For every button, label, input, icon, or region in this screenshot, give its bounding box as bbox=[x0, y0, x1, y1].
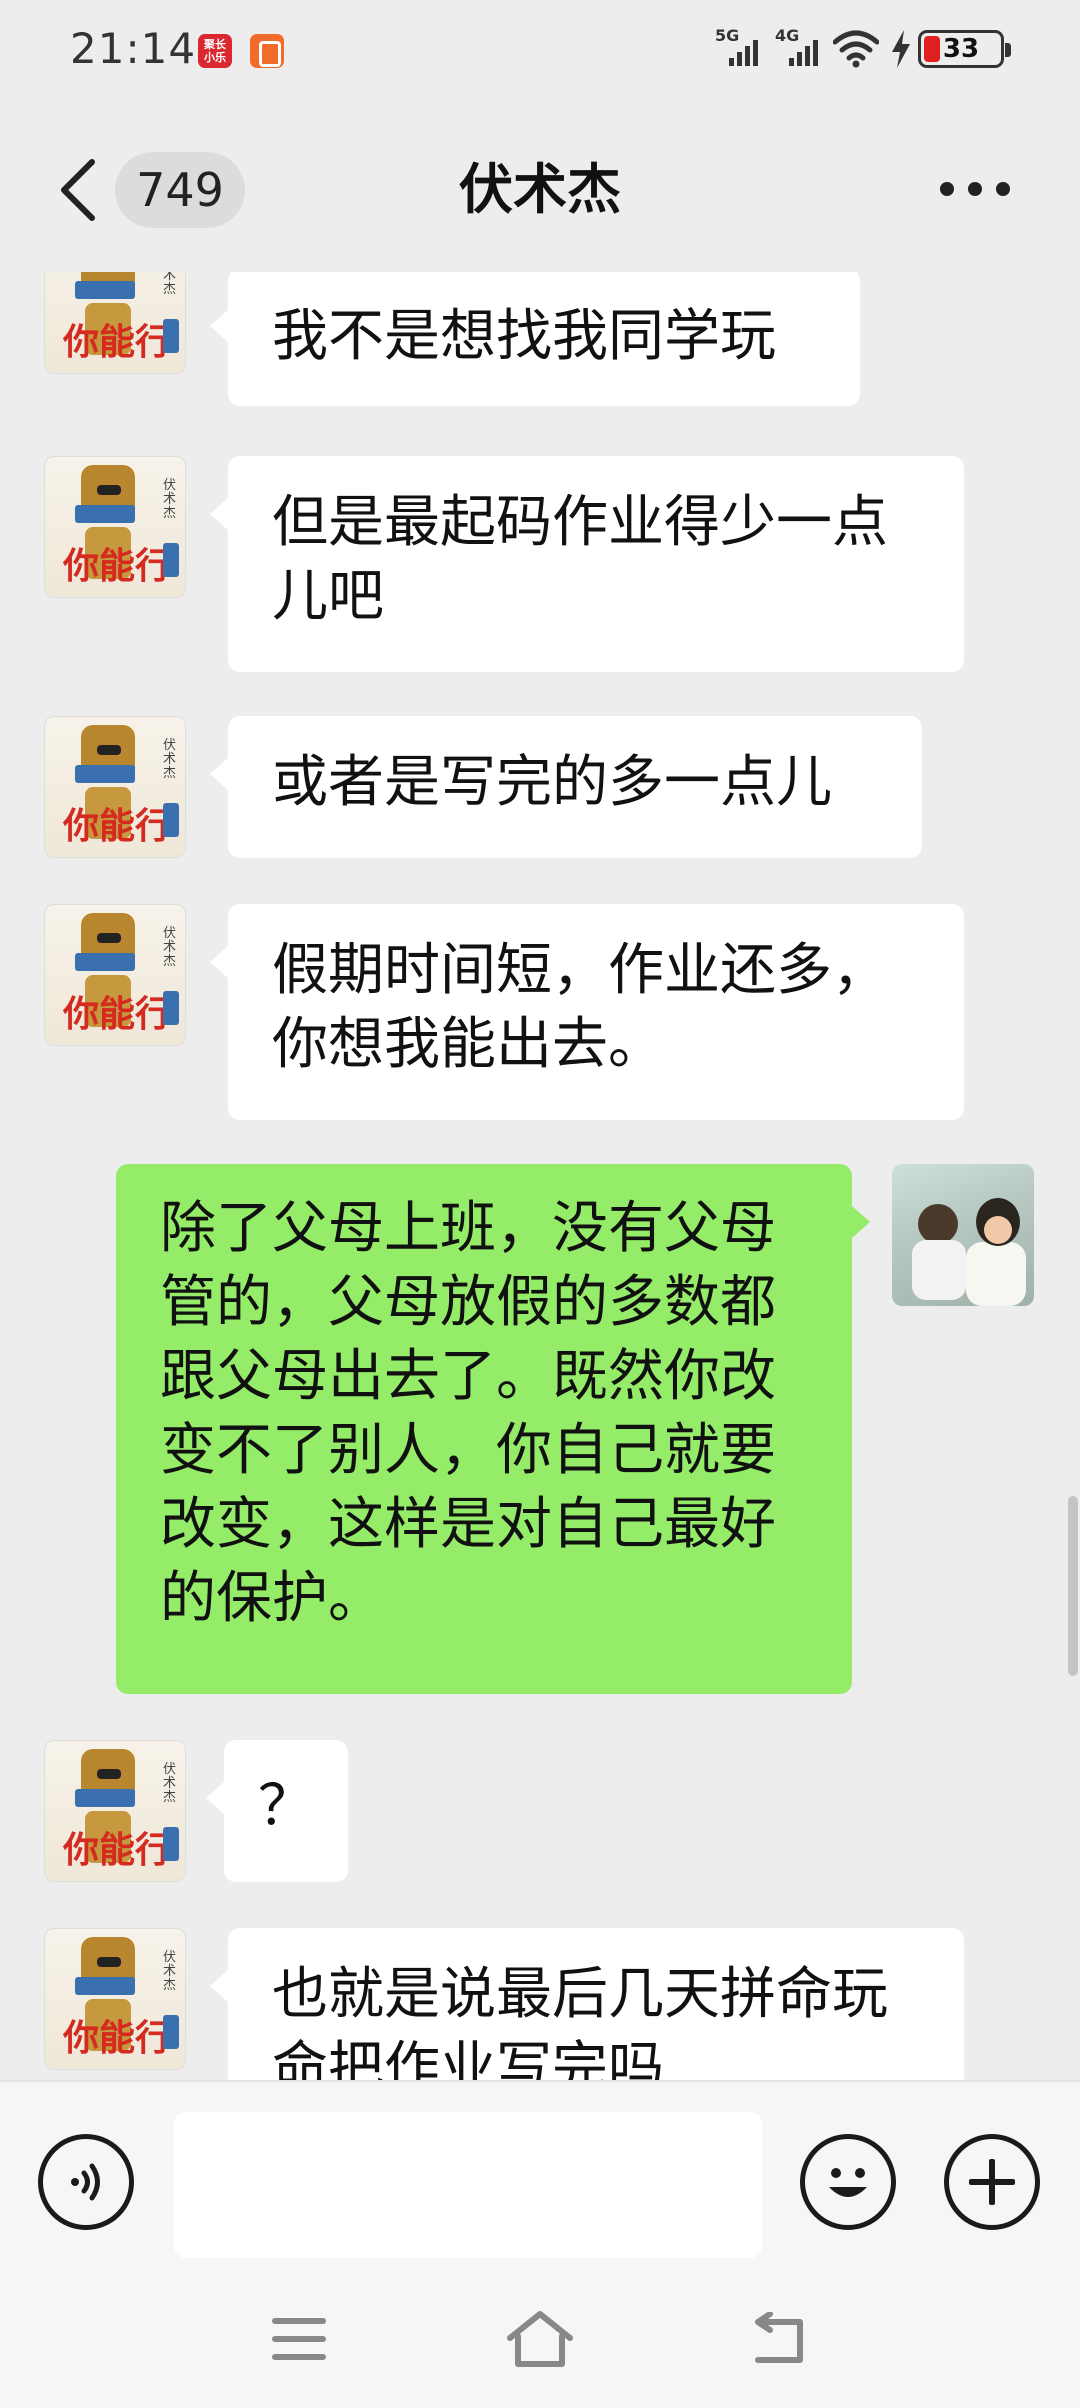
status-time: 21:14 bbox=[70, 24, 197, 73]
back-icon[interactable] bbox=[748, 2312, 810, 2368]
contact-avatar[interactable]: 你能行 伏术杰 bbox=[44, 1928, 186, 2070]
signal-4g-icon: 4G bbox=[775, 26, 821, 66]
wifi-icon bbox=[833, 30, 879, 68]
message-bubble[interactable]: 我不是想找我同学玩 bbox=[210, 272, 860, 406]
page-title: 伏术杰 bbox=[459, 158, 621, 221]
contact-avatar[interactable]: 你能行 伏术杰 bbox=[44, 456, 186, 598]
avatar-logo-text: 你能行 bbox=[63, 1829, 172, 1871]
my-avatar[interactable] bbox=[892, 1164, 1034, 1306]
message-text: 也就是说最后几天拼命玩命把作业写完吗 bbox=[272, 1962, 888, 2080]
message-incoming: 你能行 伏术杰 ？ bbox=[0, 1740, 1080, 1882]
message-input[interactable] bbox=[174, 2112, 762, 2258]
contact-avatar[interactable]: 你能行 伏术杰 bbox=[44, 1740, 186, 1882]
avatar-logo-text: 你能行 bbox=[63, 321, 172, 363]
contact-avatar[interactable]: 你能行 伏术杰 bbox=[44, 716, 186, 858]
input-bar bbox=[0, 2080, 1080, 2272]
contact-avatar[interactable]: 你能行 伏术杰 bbox=[44, 904, 186, 1046]
avatar-logo-text: 你能行 bbox=[63, 545, 172, 587]
message-incoming: 你能行 伏术杰 但是最起码作业得少一点儿吧 bbox=[0, 456, 1080, 672]
message-text: 假期时间短，作业还多，你想我能出去。 bbox=[272, 938, 888, 1077]
message-incoming: 你能行 伏术杰 假期时间短，作业还多，你想我能出去。 bbox=[0, 904, 1080, 1120]
avatar-side-text: 伏术杰 bbox=[163, 1950, 177, 1993]
notification-app-icon: 聚长小乐 bbox=[198, 34, 232, 68]
message-bubble[interactable]: 假期时间短，作业还多，你想我能出去。 bbox=[210, 904, 964, 1120]
message-text: 我不是想找我同学玩 bbox=[272, 304, 776, 369]
home-icon[interactable] bbox=[504, 2308, 576, 2372]
voice-icon[interactable] bbox=[38, 2134, 134, 2230]
charging-icon bbox=[892, 30, 910, 68]
avatar-logo-text: 你能行 bbox=[63, 805, 172, 847]
message-incoming: 你能行 伏术杰 也就是说最后几天拼命玩命把作业写完吗 bbox=[0, 1928, 1080, 2080]
avatar-logo-text: 你能行 bbox=[63, 993, 172, 1035]
menu-icon[interactable] bbox=[272, 2318, 326, 2362]
contact-avatar[interactable]: 你能行 伏术杰 bbox=[44, 272, 186, 374]
message-incoming: 你能行 伏术杰 或者是写完的多一点儿 bbox=[0, 716, 1080, 858]
notification-app-label: 聚长小乐 bbox=[204, 38, 226, 64]
message-bubble[interactable]: 但是最起码作业得少一点儿吧 bbox=[210, 456, 964, 672]
plus-icon[interactable] bbox=[944, 2134, 1040, 2230]
chat-message-list[interactable]: 你能行 伏术杰 我不是想找我同学玩 你能行 伏术杰 但是最起码作业得少一点儿吧 … bbox=[0, 272, 1080, 2080]
avatar-side-text: 伏术杰 bbox=[163, 926, 177, 969]
message-outgoing: 除了父母上班，没有父母管的，父母放假的多数都跟父母出去了。既然你改变不了别人，你… bbox=[0, 1164, 1080, 1694]
message-bubble[interactable]: 或者是写完的多一点儿 bbox=[210, 716, 922, 858]
message-bubble[interactable]: ？ bbox=[206, 1740, 348, 1882]
signal-5g-icon: 5G bbox=[715, 26, 761, 66]
battery-icon: 33 bbox=[918, 30, 1011, 68]
emoji-icon[interactable] bbox=[800, 2134, 896, 2230]
status-bar: 21:14 聚长小乐 5G 4G 33 bbox=[0, 0, 1080, 100]
message-bubble[interactable]: 除了父母上班，没有父母管的，父母放假的多数都跟父母出去了。既然你改变不了别人，你… bbox=[116, 1164, 870, 1694]
message-text: 除了父母上班，没有父母管的，父母放假的多数都跟父母出去了。既然你改变不了别人，你… bbox=[160, 1196, 776, 1631]
system-nav-bar bbox=[0, 2272, 1080, 2408]
avatar-side-text: 伏术杰 bbox=[163, 738, 177, 781]
avatar-side-text: 伏术杰 bbox=[163, 272, 177, 297]
chat-header: 749 伏术杰 bbox=[0, 130, 1080, 250]
notification-app2-icon bbox=[250, 34, 284, 68]
battery-level: 33 bbox=[942, 34, 980, 64]
message-text: 或者是写完的多一点儿 bbox=[272, 750, 832, 815]
message-incoming: 你能行 伏术杰 我不是想找我同学玩 bbox=[0, 272, 1080, 414]
avatar-side-text: 伏术杰 bbox=[163, 1762, 177, 1805]
message-bubble[interactable]: 也就是说最后几天拼命玩命把作业写完吗 bbox=[210, 1928, 964, 2080]
avatar-logo-text: 你能行 bbox=[63, 2017, 172, 2059]
avatar-side-text: 伏术杰 bbox=[163, 478, 177, 521]
more-horizontal-icon[interactable] bbox=[940, 182, 1010, 198]
message-text: 但是最起码作业得少一点儿吧 bbox=[272, 490, 888, 629]
chat-scrollbar[interactable] bbox=[1068, 1496, 1078, 1676]
message-text: ？ bbox=[258, 1774, 314, 1839]
